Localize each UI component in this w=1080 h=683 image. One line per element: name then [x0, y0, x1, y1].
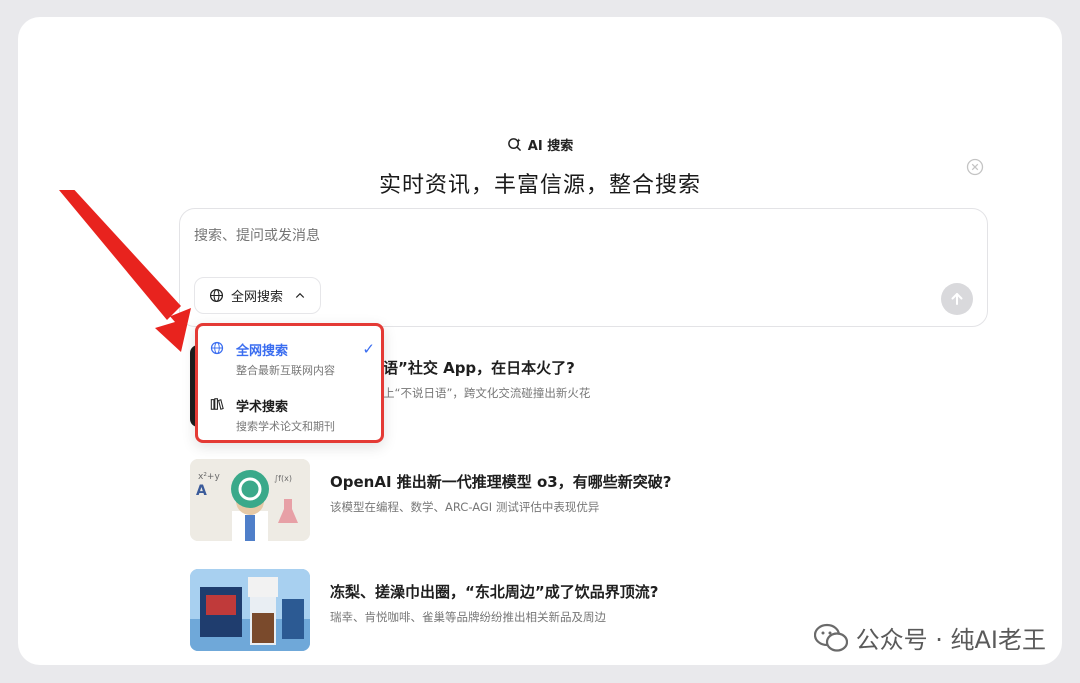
option-label: 全网搜索: [236, 344, 289, 359]
option-description: 搜索学术论文和期刊: [236, 420, 335, 433]
search-input[interactable]: [194, 228, 954, 244]
svg-text:x²+y: x²+y: [198, 472, 220, 482]
watermark-text: 公众号 · 纯AI老王: [855, 626, 1046, 654]
watermark: 公众号 · 纯AI老王: [813, 620, 1046, 655]
annotation-arrow: [59, 190, 191, 352]
news-item[interactable]: 冻梨、搓澡巾出圈，“东北周边”成了饮品界顶流? 瑞幸、肯悦咖啡、雀巢等品牌纷纷推…: [190, 569, 890, 653]
news-title: 冻梨、搓澡巾出圈，“东北周边”成了饮品界顶流?: [330, 583, 659, 601]
news-subtitle: 该模型在编程、数学、ARC-AGI 测试评估中表现优异: [330, 500, 600, 514]
openai-illustration: x²+y A ∫f(x) π/2: [190, 459, 310, 541]
search-mode-dropdown: 全网搜索 整合最新互联网内容 ✓ 学术搜索 搜索学术论文和期刊: [195, 323, 384, 443]
news-title: OpenAI 推出新一代推理模型 o3，有哪些新突破?: [330, 473, 672, 491]
dropdown-option-academic[interactable]: 学术搜索 搜索学术论文和期刊: [210, 394, 375, 442]
dropdown-option-web[interactable]: 全网搜索 整合最新互联网内容 ✓: [210, 338, 375, 386]
arrow-up-icon: [951, 293, 963, 305]
news-subtitle: 上“不说日语”，跨文化交流碰撞出新火花: [383, 386, 591, 400]
ai-search-icon: [507, 138, 521, 151]
library-icon: [210, 398, 224, 410]
news-thumbnail: x²+y A ∫f(x) π/2: [190, 459, 310, 541]
globe-icon: [210, 341, 224, 355]
check-icon: ✓: [362, 340, 375, 358]
brand-header: AI 搜索: [18, 135, 1062, 154]
news-item[interactable]: x²+y A ∫f(x) π/2 OpenAI 推出新一代推理模型 o3，有哪些…: [190, 459, 890, 543]
search-box: 全网搜索: [179, 208, 988, 327]
svg-text:∫f(x): ∫f(x): [274, 474, 292, 483]
chevron-up-icon: [295, 292, 305, 298]
brand-label: AI 搜索: [527, 139, 574, 154]
svg-text:A: A: [196, 483, 207, 499]
search-mode-label: 全网搜索: [231, 290, 284, 305]
news-title: 语”社交 App，在日本火了?: [383, 359, 575, 377]
search-mode-button[interactable]: 全网搜索: [194, 277, 322, 314]
news-subtitle: 瑞幸、肯悦咖啡、雀巢等品牌纷纷推出相关新品及周边: [330, 610, 606, 624]
option-description: 整合最新互联网内容: [236, 364, 335, 377]
news-thumbnail: [190, 569, 310, 651]
drinks-illustration: [190, 569, 310, 651]
option-label: 学术搜索: [236, 400, 289, 415]
globe-icon: [209, 288, 224, 303]
send-button[interactable]: [941, 283, 973, 315]
wechat-icon: [813, 623, 848, 652]
close-icon[interactable]: [966, 158, 984, 176]
